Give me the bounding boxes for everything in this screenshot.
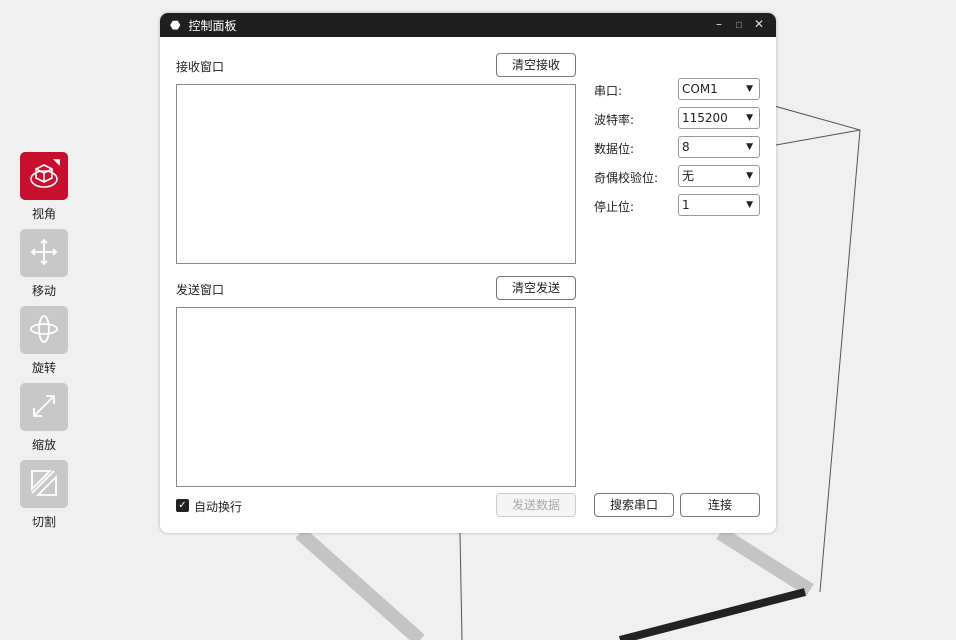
dropdown-arrow-icon: ▼: [746, 113, 753, 123]
maximize-icon[interactable]: ▫: [735, 17, 743, 31]
tool-cut[interactable]: [20, 460, 68, 508]
tool-label: 旋转: [31, 361, 56, 375]
send-data-button[interactable]: 发送数据: [496, 493, 576, 517]
close-icon[interactable]: ✕: [754, 17, 764, 31]
setting-label: 波特率:: [594, 113, 635, 127]
dropdown-arrow-icon: ▼: [746, 84, 753, 94]
dropdown-arrow-icon: ▼: [746, 142, 753, 152]
tool-label: 视角: [31, 207, 56, 221]
title-bar: ⬣ 控制面板 – ▫ ✕: [160, 13, 776, 37]
tool-label: 切割: [31, 515, 56, 529]
connect-button[interactable]: 连接: [680, 493, 760, 517]
tool-rotate[interactable]: [20, 306, 68, 354]
rotate-icon: [28, 313, 60, 348]
scale-icon: [29, 391, 59, 424]
dropdown-arrow-icon: ▼: [746, 171, 753, 181]
search-port-button[interactable]: 搜索串口: [594, 493, 674, 517]
setting-select[interactable]: 115200 ▼: [678, 107, 760, 129]
control-panel-dialog: ⬣ 控制面板 – ▫ ✕ 接收窗口 清空接收 发送窗口 清空发送 ✓ 自动换行 …: [160, 13, 776, 533]
setting-label: 串口:: [594, 84, 623, 98]
setting-select[interactable]: 1 ▼: [678, 194, 760, 216]
tool-scale[interactable]: [20, 383, 68, 431]
setting-label: 奇偶校验位:: [594, 171, 659, 185]
select-value: 115200: [682, 111, 728, 125]
select-value: 8: [682, 140, 690, 154]
select-value: COM1: [682, 82, 718, 96]
send-textarea[interactable]: [176, 307, 576, 487]
tool-move-arrows[interactable]: [20, 229, 68, 277]
setting-select[interactable]: 8 ▼: [678, 136, 760, 158]
select-value: 无: [682, 169, 695, 183]
send-label: 发送窗口: [176, 283, 225, 297]
setting-select[interactable]: 无 ▼: [678, 165, 760, 187]
move-arrows-icon: [29, 237, 59, 270]
auto-wrap-label: 自动换行: [194, 500, 243, 514]
tool-label: 缩放: [31, 438, 56, 452]
setting-label: 停止位:: [594, 200, 635, 214]
tool-label: 移动: [31, 284, 56, 298]
clear-send-button[interactable]: 清空发送: [496, 276, 576, 300]
receive-textarea[interactable]: [176, 84, 576, 264]
setting-label: 数据位:: [594, 142, 635, 156]
app-logo-icon: ⬣: [170, 18, 181, 32]
view-cube-icon: [27, 158, 61, 195]
auto-wrap-checkbox[interactable]: ✓: [176, 499, 189, 512]
dropdown-arrow-icon: ▼: [746, 200, 753, 210]
tool-view-cube[interactable]: [20, 152, 68, 200]
select-value: 1: [682, 198, 690, 212]
clear-receive-button[interactable]: 清空接收: [496, 53, 576, 77]
minimize-icon[interactable]: –: [716, 17, 722, 31]
cut-icon: [28, 467, 60, 502]
receive-label: 接收窗口: [176, 60, 225, 74]
dialog-title: 控制面板: [188, 18, 237, 33]
setting-select[interactable]: COM1 ▼: [678, 78, 760, 100]
